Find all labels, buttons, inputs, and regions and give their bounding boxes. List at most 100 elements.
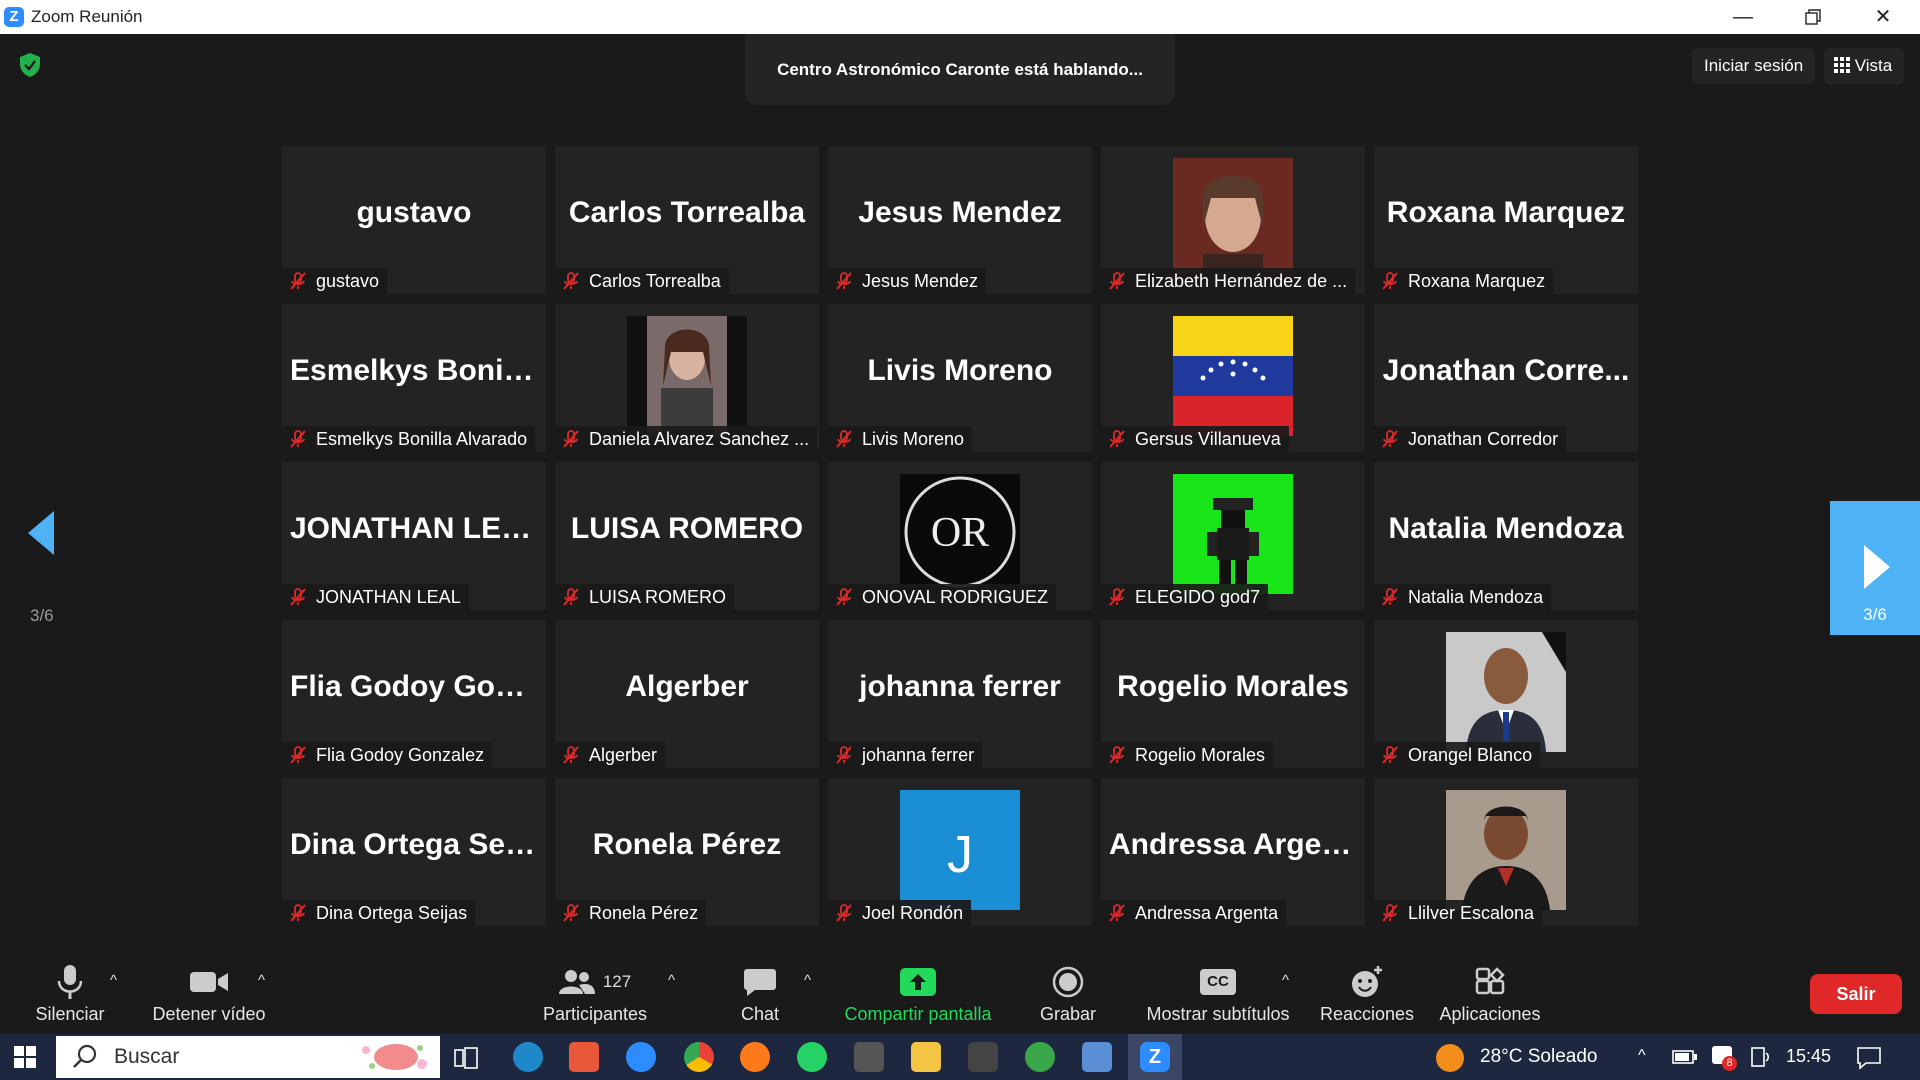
participant-name-label: Roxana Marquez (1374, 268, 1554, 294)
app-window-icon[interactable] (1025, 1042, 1055, 1072)
participants-button[interactable]: 127 Participantes (540, 962, 650, 1025)
search-highlight-image (362, 1044, 427, 1070)
apps-button[interactable]: Aplicaciones (1436, 962, 1544, 1025)
initial-avatar: J (900, 790, 1020, 910)
weather-text[interactable]: 28°C Soleado (1480, 1046, 1597, 1068)
clock-time[interactable]: 15:45 (1786, 1046, 1831, 1067)
meeting-area: Centro Astronómico Caronte está hablando… (0, 34, 1920, 950)
participant-tile[interactable]: Carlos Torrealba Carlos Torrealba (555, 146, 819, 294)
profile-logo-image: OR (900, 474, 1020, 594)
participant-tile[interactable]: OR ONOVAL RODRIGUEZ (828, 462, 1092, 610)
close-button[interactable]: ✕ (1854, 0, 1912, 34)
chrome-browser-icon[interactable] (684, 1042, 714, 1072)
view-button[interactable]: Vista (1824, 48, 1905, 84)
stop-video-button[interactable]: Detener vídeo (146, 962, 272, 1025)
profile-photo (1446, 632, 1566, 752)
participant-tile[interactable]: Jonathan Corre... Jonathan Corredor (1374, 304, 1638, 452)
task-view-icon[interactable] (454, 1046, 480, 1070)
zoom-taskbar-item[interactable]: Z (1128, 1034, 1182, 1080)
security-shield-icon[interactable] (18, 52, 42, 78)
restore-button[interactable] (1784, 0, 1842, 34)
video-options-caret[interactable]: ^ (258, 972, 265, 989)
meeting-toolbar: Silenciar ^ Detener vídeo ^ 127 Particip… (0, 950, 1920, 1034)
app-window-icon[interactable] (1082, 1042, 1112, 1072)
chat-button[interactable]: Chat (720, 962, 800, 1025)
participant-tile[interactable]: Daniela Alvarez Sanchez ... (555, 304, 819, 452)
participant-tile[interactable]: Elizabeth Hernández de ... (1101, 146, 1365, 294)
participant-tile[interactable]: Gersus Villanueva (1101, 304, 1365, 452)
profile-avatar-image (1173, 474, 1293, 594)
mute-button[interactable]: Silenciar (30, 962, 110, 1025)
participant-tile[interactable]: Ronela Pérez Ronela Pérez (555, 778, 819, 926)
tray-overflow-icon[interactable]: ^ (1638, 1047, 1646, 1065)
next-page-arrow-icon (1864, 545, 1890, 589)
edge-browser-icon[interactable] (513, 1042, 543, 1072)
participant-display-name: Algerber (625, 670, 749, 703)
active-speaker-banner: Centro Astronómico Caronte está hablando… (745, 34, 1175, 105)
participant-tile[interactable]: gustavo gustavo (282, 146, 546, 294)
reactions-button[interactable]: Reacciones (1320, 962, 1414, 1025)
notification-badge: 8 (1722, 1056, 1737, 1071)
app-window-icon[interactable] (854, 1042, 884, 1072)
mic-muted-icon (1382, 430, 1398, 448)
notifications-icon[interactable] (1856, 1046, 1882, 1070)
video-camera-icon (190, 972, 228, 992)
battery-icon[interactable] (1672, 1048, 1698, 1066)
participant-tile[interactable]: Esmelkys Bonill... Esmelkys Bonilla Alva… (282, 304, 546, 452)
audio-options-caret[interactable]: ^ (110, 972, 117, 989)
participant-tile[interactable]: Orangel Blanco (1374, 620, 1638, 768)
windows-start-icon[interactable] (14, 1046, 36, 1068)
participant-tile[interactable]: Llilver Escalona (1374, 778, 1638, 926)
participant-display-name: Andressa Argenta (1109, 828, 1365, 861)
taskbar-search-box[interactable]: Buscar (56, 1036, 440, 1078)
participant-tile[interactable]: Rogelio Morales Rogelio Morales (1101, 620, 1365, 768)
participant-tile[interactable]: Natalia Mendoza Natalia Mendoza (1374, 462, 1638, 610)
participant-name-label: johanna ferrer (828, 742, 983, 768)
mic-muted-icon (1382, 746, 1398, 764)
participant-tile[interactable]: Algerber Algerber (555, 620, 819, 768)
logo-initials: OR (931, 510, 989, 556)
messenger-app-icon[interactable] (626, 1042, 656, 1072)
mic-muted-icon (563, 430, 579, 448)
participant-tile[interactable]: Jesus Mendez Jesus Mendez (828, 146, 1092, 294)
gallery-grid: gustavo gustavo Carlos Torrealba Carlos … (282, 146, 1638, 926)
record-button[interactable]: Grabar (1030, 962, 1106, 1025)
participant-display-name: Livis Moreno (867, 354, 1053, 387)
participant-display-name: Natalia Mendoza (1388, 512, 1624, 545)
page-indicator-left: 3/6 (30, 606, 54, 625)
chat-options-caret[interactable]: ^ (804, 972, 811, 989)
search-icon (73, 1044, 97, 1068)
participant-tile[interactable]: Roxana Marquez Roxana Marquez (1374, 146, 1638, 294)
participant-tile[interactable]: J Joel Rondón (828, 778, 1092, 926)
previous-page-arrow-icon[interactable] (28, 511, 54, 555)
file-explorer-icon[interactable] (911, 1042, 941, 1072)
participants-options-caret[interactable]: ^ (668, 972, 675, 989)
show-subtitles-button[interactable]: CC Mostrar subtítulos (1138, 962, 1298, 1025)
share-screen-button[interactable]: Compartir pantalla (836, 962, 1000, 1025)
firefox-browser-icon[interactable] (740, 1042, 770, 1072)
participant-tile[interactable]: Livis Moreno Livis Moreno (828, 304, 1092, 452)
participant-name-label: gustavo (282, 268, 388, 294)
subtitles-options-caret[interactable]: ^ (1282, 972, 1289, 989)
participant-tile[interactable]: johanna ferrer johanna ferrer (828, 620, 1092, 768)
participant-name-label: Jesus Mendez (828, 268, 987, 294)
next-page-button[interactable]: 3/6 (1830, 501, 1920, 635)
signin-button[interactable]: Iniciar sesión (1692, 48, 1816, 84)
participants-icon (558, 970, 595, 994)
mic-muted-icon (290, 430, 306, 448)
participant-tile[interactable]: JONATHAN LEAL JONATHAN LEAL (282, 462, 546, 610)
participant-tile[interactable]: ELEGIDO god7 (1101, 462, 1365, 610)
participant-tile[interactable]: Andressa Argenta Andressa Argenta (1101, 778, 1365, 926)
leave-meeting-button[interactable]: Salir (1810, 974, 1902, 1014)
anydesk-app-icon[interactable] (569, 1042, 599, 1072)
minimize-button[interactable]: — (1714, 0, 1772, 34)
participant-tile[interactable]: LUISA ROMERO LUISA ROMERO (555, 462, 819, 610)
speaker-icon[interactable] (1750, 1046, 1772, 1068)
search-placeholder: Buscar (114, 1045, 180, 1068)
app-window-icon[interactable] (968, 1042, 998, 1072)
participant-display-name: Rogelio Morales (1117, 670, 1349, 703)
participant-tile[interactable]: Flia Godoy Gon... Flia Godoy Gonzalez (282, 620, 546, 768)
mic-muted-icon (1382, 588, 1398, 606)
participant-tile[interactable]: Dina Ortega Sei... Dina Ortega Seijas (282, 778, 546, 926)
whatsapp-app-icon[interactable] (797, 1042, 827, 1072)
